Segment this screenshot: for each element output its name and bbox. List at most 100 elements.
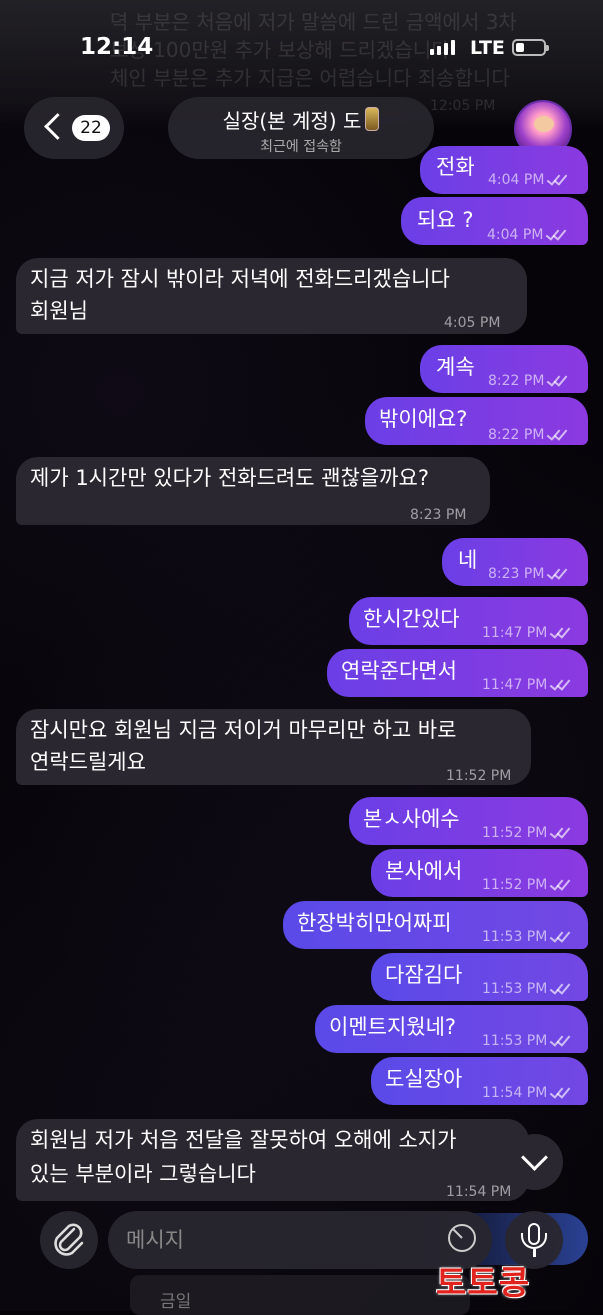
message-time: 4:05 PM (444, 315, 501, 331)
message-time: 4:04 PM (488, 172, 545, 188)
read-ticks-icon (548, 569, 568, 579)
message-input[interactable]: 메시지 (108, 1211, 492, 1269)
chat-header[interactable]: 실장(본 계정) 도 최근에 접속함 (168, 97, 434, 159)
chat-title: 실장(본 계정) 도 (222, 109, 362, 133)
read-ticks-icon (548, 376, 568, 386)
message-text: 밖이에요? (379, 407, 468, 431)
message-time: 4:04 PM (487, 227, 544, 243)
message-in[interactable]: 제가 1시간만 있다가 전화드려도 괜찮을까요? 8:23 PM (16, 457, 490, 525)
message-out[interactable]: 밖이에요? 8:22 PM (365, 397, 588, 445)
overlay-line: 12:05 PM (430, 98, 496, 114)
message-text: 이멘트지웠네? (329, 1015, 457, 1039)
message-meta: 8:22 PM (488, 366, 568, 397)
read-ticks-icon (551, 1036, 571, 1046)
message-meta: 4:04 PM (487, 220, 567, 251)
message-time: 11:53 PM (482, 1033, 548, 1049)
message-out[interactable]: 네 8:23 PM (442, 538, 588, 586)
message-text-line: 지금 저가 잠시 밖이라 저녁에 전화드리겠습니다 (30, 267, 450, 291)
read-ticks-icon (551, 828, 571, 838)
message-text-line: 연락드릴게요 (30, 750, 146, 774)
message-out[interactable]: 계속 8:22 PM (420, 345, 588, 393)
message-out[interactable]: 도실장아 11:54 PM (371, 1057, 588, 1105)
paperclip-icon (54, 1223, 84, 1256)
message-time: 11:52 PM (482, 877, 548, 893)
last-seen-status: 최근에 접속함 (260, 139, 342, 155)
network-label: LTE (470, 37, 505, 59)
message-text: 한시간있다 (363, 607, 460, 631)
read-ticks-icon (551, 1088, 571, 1098)
message-meta: 11:52 PM (482, 870, 571, 901)
message-text: 다잠김다 (385, 963, 463, 987)
read-ticks-icon (551, 680, 571, 690)
message-time: 11:53 PM (482, 981, 548, 997)
message-out[interactable]: 본ㅅ사에수 11:52 PM (349, 797, 588, 845)
message-text: 도실장아 (385, 1067, 463, 1091)
message-text: 전화 (436, 155, 475, 179)
message-time: 8:23 PM (488, 566, 545, 582)
read-ticks-icon (551, 880, 571, 890)
message-time: 11:54 PM (446, 1184, 512, 1200)
message-time: 11:52 PM (446, 768, 512, 784)
battery-icon (512, 39, 549, 56)
watermark-label: 토토콩 (436, 1263, 531, 1302)
message-meta: 8:22 PM (488, 420, 568, 451)
message-out[interactable]: 한장박히만어짜피 11:53 PM (283, 901, 588, 949)
message-time: 8:22 PM (488, 427, 545, 443)
background-hint: 금일 (130, 1275, 470, 1315)
message-text-line: 회원님 (30, 299, 88, 323)
message-time: 11:47 PM (482, 677, 548, 693)
message-meta: 11:53 PM (482, 1026, 571, 1057)
message-out[interactable]: 다잠김다 11:53 PM (371, 953, 588, 1001)
message-text: 계속 (436, 355, 475, 379)
message-out[interactable]: 본사에서 11:52 PM (371, 849, 588, 897)
bottle-emoji-icon (365, 107, 380, 131)
message-text: 본사에서 (385, 859, 463, 883)
read-ticks-icon (548, 175, 568, 185)
read-ticks-icon (551, 984, 571, 994)
message-in[interactable]: 잠시만요 회원님 지금 저이거 마무리만 하고 바로 연락드릴게요 11:52 … (16, 709, 531, 785)
message-in[interactable]: 지금 저가 잠시 밖이라 저녁에 전화드리겠습니다 회원님 4:05 PM (16, 258, 527, 334)
read-ticks-icon (547, 230, 567, 240)
message-time: 11:54 PM (482, 1085, 548, 1101)
message-time: 11:47 PM (482, 625, 548, 641)
message-in[interactable]: 회원님 저가 처음 전달을 잘못하여 오해에 소지가 있는 부분이라 그렇습니다… (16, 1119, 529, 1201)
message-text: 되요 ? (417, 208, 474, 232)
status-time: 12:14 (80, 34, 154, 60)
message-text-line: 잠시만요 회원님 지금 저이거 마무리만 하고 바로 (30, 718, 457, 742)
message-text: 네 (458, 548, 478, 572)
message-meta: 11:47 PM (482, 670, 571, 701)
message-text-line: 있는 부분이라 그렇습니다 (30, 1162, 256, 1186)
scroll-down-button[interactable] (507, 1134, 563, 1190)
message-out[interactable]: 되요 ? 4:04 PM (401, 197, 588, 245)
message-meta: 11:54 PM (482, 1078, 571, 1109)
message-meta: 4:04 PM (488, 165, 568, 196)
message-out[interactable]: 전화 4:04 PM (420, 146, 588, 194)
message-meta: 11:53 PM (482, 922, 571, 953)
message-meta: 11:53 PM (482, 974, 571, 1005)
message-out[interactable]: 한시간있다 11:47 PM (349, 597, 588, 645)
message-out[interactable]: 연락준다면서 11:47 PM (327, 649, 588, 697)
message-text-line: 회원님 저가 처음 전달을 잘못하여 오해에 소지가 (30, 1128, 457, 1152)
sticker-icon[interactable] (448, 1224, 476, 1252)
message-text: 본ㅅ사에수 (363, 807, 460, 831)
read-ticks-icon (548, 430, 568, 440)
read-ticks-icon (551, 932, 571, 942)
message-text-line: 제가 1시간만 있다가 전화드려도 괜찮을까요? (30, 466, 429, 490)
message-out[interactable]: 이멘트지웠네? 11:53 PM (315, 1005, 588, 1053)
message-text: 연락준다면서 (341, 659, 457, 683)
attach-button[interactable] (40, 1211, 98, 1269)
message-meta: 11:47 PM (482, 618, 571, 649)
message-time: 11:52 PM (482, 825, 548, 841)
status-bar: 12:14 LTE (0, 0, 603, 90)
message-meta: 11:52 PM (482, 818, 571, 849)
unread-count-badge: 22 (72, 115, 110, 141)
read-ticks-icon (551, 628, 571, 638)
back-button[interactable]: 22 (24, 97, 124, 159)
message-time: 8:23 PM (410, 507, 467, 523)
message-text: 한장박히만어짜피 (297, 911, 452, 935)
chat-title-row: 실장(본 계정) 도 (168, 105, 434, 134)
chevron-left-icon (44, 113, 71, 140)
message-time: 11:53 PM (482, 929, 548, 945)
signal-icon (430, 40, 455, 55)
message-time: 8:22 PM (488, 373, 545, 389)
